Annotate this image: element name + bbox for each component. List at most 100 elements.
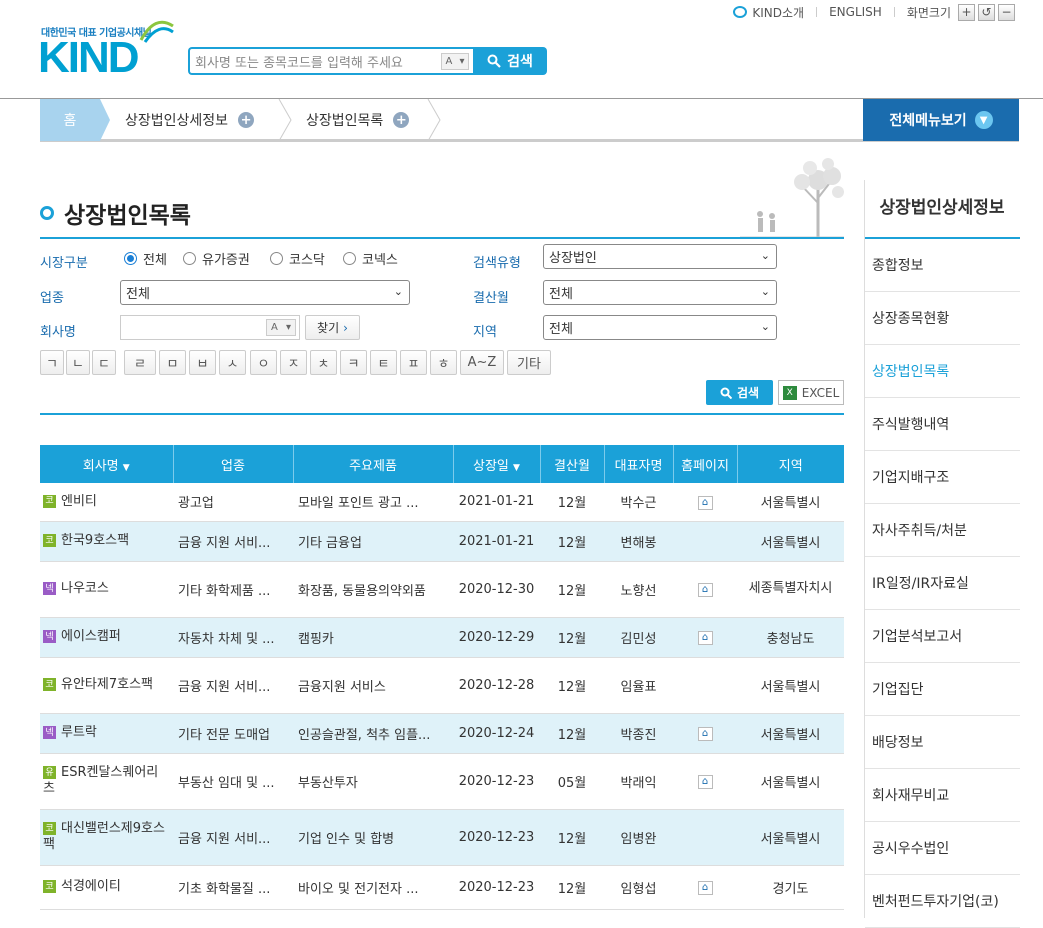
company-name[interactable]: 루트락: [61, 725, 97, 740]
company-label: 회사명: [40, 325, 76, 340]
jamo-button[interactable]: ㅂ: [189, 350, 216, 375]
settle-month-cell: 12월: [540, 713, 604, 754]
sort-down-icon[interactable]: ▼: [123, 463, 130, 473]
side-menu-item[interactable]: 상장법인목록: [865, 345, 1020, 398]
company-name-cell[interactable]: 코 한국9호스팩: [40, 521, 173, 562]
market-radio-kosdaq[interactable]: 코스닥: [270, 249, 325, 268]
company-name-cell[interactable]: 넥 나우코스: [40, 561, 173, 618]
find-button[interactable]: 찾기 ›: [305, 315, 360, 340]
col-header-industry: 업종: [173, 445, 294, 483]
jamo-button[interactable]: ㄹ: [124, 350, 156, 375]
zoom-in-icon[interactable]: +: [958, 3, 975, 21]
company-name[interactable]: 대신밸런스제9호스팩: [43, 821, 165, 852]
jamo-button[interactable]: ㅁ: [159, 350, 186, 375]
breadcrumb-item-list[interactable]: 상장법인목록 +: [306, 99, 410, 141]
jamo-button[interactable]: ㅇ: [250, 350, 277, 375]
company-name[interactable]: 한국9호스팩: [61, 533, 129, 548]
jamo-button[interactable]: ㅍ: [400, 350, 427, 375]
product-cell: 기업 인수 및 합병: [293, 809, 453, 866]
side-menu-item[interactable]: IR일정/IR자료실: [865, 557, 1020, 610]
market-radio-all[interactable]: 전체: [124, 249, 167, 268]
home-icon[interactable]: ⌂: [697, 630, 713, 645]
sort-down-icon[interactable]: ▼: [513, 463, 520, 473]
company-name-cell[interactable]: 유 ESR켄달스퀘어리츠: [40, 753, 173, 810]
side-menu-item[interactable]: 배당정보: [865, 716, 1020, 769]
home-icon[interactable]: ⌂: [697, 726, 713, 741]
search-input[interactable]: 회사명 또는 종목코드를 입력해 주세요 A ▾: [188, 47, 473, 75]
side-menu-item[interactable]: 기업지배구조: [865, 451, 1020, 504]
home-icon[interactable]: ⌂: [697, 495, 713, 510]
chevron-down-icon: ▾: [285, 322, 291, 333]
breadcrumb-item-detail[interactable]: 상장법인상세정보 +: [125, 99, 255, 141]
company-name[interactable]: 엔비티: [61, 494, 97, 509]
company-name-cell[interactable]: 넥 에이스캠퍼: [40, 617, 173, 658]
jamo-button[interactable]: ㄱ: [40, 350, 64, 375]
listing-date-cell: 2020-12-28: [453, 657, 540, 714]
company-name-cell[interactable]: 코 석경에이티: [40, 865, 173, 910]
ceo-cell: 변해봉: [604, 521, 673, 562]
search-button[interactable]: 검색: [473, 47, 547, 75]
company-name-cell[interactable]: 넥 루트락: [40, 713, 173, 754]
company-name-cell[interactable]: 코 엔비티: [40, 483, 173, 522]
kind-intro-link[interactable]: KIND소개: [733, 4, 804, 21]
jamo-button[interactable]: ㅅ: [219, 350, 246, 375]
market-radio-konex[interactable]: 코넥스: [343, 249, 398, 268]
home-icon[interactable]: ⌂: [697, 774, 713, 789]
company-name-cell[interactable]: 코 유안타제7호스팩: [40, 657, 173, 714]
company-name-cell[interactable]: 코 대신밸런스제9호스팩: [40, 809, 173, 866]
english-link[interactable]: ENGLISH: [829, 5, 882, 19]
side-menu-item[interactable]: 주식발행내역: [865, 398, 1020, 451]
zoom-reset-icon[interactable]: ↺: [978, 3, 995, 21]
breadcrumb-home[interactable]: 홈: [40, 99, 110, 141]
jamo-button-az[interactable]: A~Z: [460, 350, 504, 375]
company-name[interactable]: 에이스캠퍼: [61, 629, 121, 644]
company-name[interactable]: 유안타제7호스팩: [61, 677, 153, 692]
jamo-button[interactable]: ㅊ: [310, 350, 337, 375]
jamo-button[interactable]: ㅈ: [280, 350, 307, 375]
side-menu-item[interactable]: 기업집단: [865, 663, 1020, 716]
jamo-button[interactable]: ㄴ: [66, 350, 90, 375]
side-menu-item[interactable]: 자사주취득/처분: [865, 504, 1020, 557]
side-menu-item[interactable]: 기업분석보고서: [865, 610, 1020, 663]
ceo-cell: 박종진: [604, 713, 673, 754]
settle-select[interactable]: 전체 ⌄: [543, 280, 777, 305]
home-icon[interactable]: ⌂: [697, 880, 713, 895]
jamo-button[interactable]: ㅌ: [370, 350, 397, 375]
industry-cell: 금융 지원 서비...: [173, 809, 293, 866]
homepage-cell: ⌂: [673, 713, 737, 754]
plus-icon[interactable]: +: [393, 112, 410, 128]
jamo-button[interactable]: ㄷ: [92, 350, 116, 375]
home-icon[interactable]: ⌂: [697, 582, 713, 597]
excel-button[interactable]: X EXCEL: [778, 380, 844, 405]
ime-toggle[interactable]: A ▾: [266, 319, 296, 336]
region-cell: 서울특별시: [737, 713, 844, 754]
jamo-button-etc[interactable]: 기타: [507, 350, 551, 375]
plus-icon[interactable]: +: [238, 112, 255, 128]
industry-cell: 자동차 차체 및 ...: [173, 617, 293, 658]
ime-toggle[interactable]: A ▾: [441, 52, 469, 70]
radio-icon: [183, 252, 196, 265]
col-header-name[interactable]: 회사명 ▼: [40, 445, 174, 483]
col-header-date[interactable]: 상장일 ▼: [453, 445, 541, 483]
region-select[interactable]: 전체 ⌄: [543, 315, 777, 340]
industry-select[interactable]: 전체 ⌄: [120, 280, 410, 305]
company-input[interactable]: A ▾: [120, 315, 300, 340]
side-menu-item[interactable]: 벤처펀드투자기업(코): [865, 875, 1020, 928]
side-menu-item[interactable]: 회사재무비교: [865, 769, 1020, 822]
logo[interactable]: KIND: [38, 36, 140, 80]
company-name[interactable]: 석경에이티: [61, 879, 121, 894]
product-cell: 금융지원 서비스: [293, 657, 453, 714]
side-menu-item[interactable]: 종합정보: [865, 239, 1020, 292]
jamo-button[interactable]: ㅎ: [430, 350, 457, 375]
radio-checked-icon: [124, 252, 137, 265]
all-menu-button[interactable]: 전체메뉴보기 ▼: [863, 99, 1019, 141]
zoom-out-icon[interactable]: −: [998, 3, 1015, 21]
company-name[interactable]: 나우코스: [61, 581, 109, 596]
market-radio-kospi[interactable]: 유가증권: [183, 249, 250, 268]
jamo-button[interactable]: ㅋ: [340, 350, 367, 375]
side-menu-item[interactable]: 상장종목현황: [865, 292, 1020, 345]
side-menu-item[interactable]: 공시우수법인: [865, 822, 1020, 875]
search-type-select[interactable]: 상장법인 ⌄: [543, 244, 777, 269]
company-name[interactable]: ESR켄달스퀘어리츠: [43, 765, 158, 796]
list-search-button[interactable]: 검색: [706, 380, 773, 405]
